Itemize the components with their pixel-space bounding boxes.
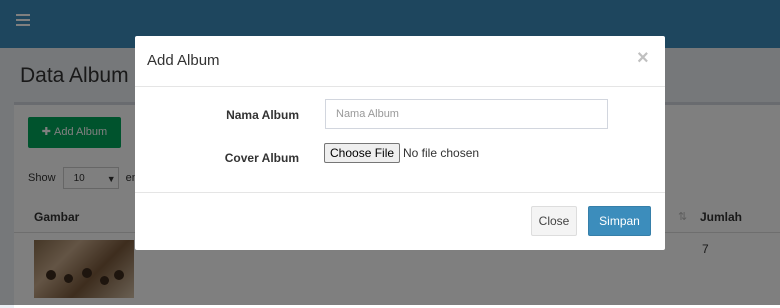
choose-file-button[interactable]: Choose File [324, 143, 401, 163]
add-album-modal: Add Album × Nama Album Cover Album Choos… [135, 36, 665, 250]
close-icon[interactable]: × [637, 48, 649, 68]
modal-title: Add Album [147, 52, 220, 69]
file-status: No file chosen [403, 146, 480, 160]
modal-header: Add Album × [135, 36, 665, 87]
modal-footer [135, 192, 665, 251]
nama-album-label: Nama Album [226, 108, 299, 122]
save-button[interactable]: Simpan [588, 206, 651, 236]
nama-album-input[interactable] [325, 99, 608, 129]
cover-album-label: Cover Album [224, 151, 299, 165]
close-button[interactable]: Close [531, 206, 577, 236]
